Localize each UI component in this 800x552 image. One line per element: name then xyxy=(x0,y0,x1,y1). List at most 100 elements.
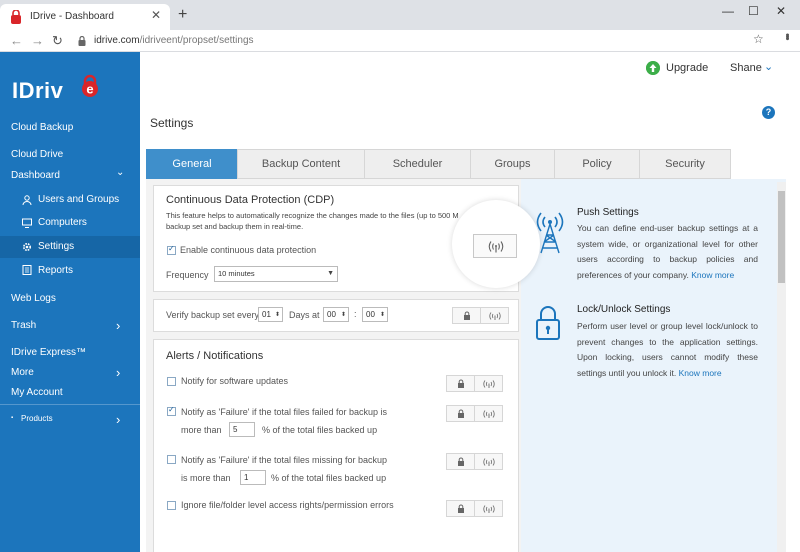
lock-settings-title: Lock/Unlock Settings xyxy=(577,304,671,315)
user-menu[interactable]: Shane xyxy=(730,62,762,74)
sidebar-item-more[interactable]: More xyxy=(11,367,34,378)
tab-policy[interactable]: Policy xyxy=(554,149,640,179)
verify-hour-select[interactable]: 00 ⬍ xyxy=(323,307,349,322)
verify-days-label: Days at xyxy=(289,310,320,320)
verify-push-button[interactable] xyxy=(482,308,508,323)
software-updates-lock-button[interactable] xyxy=(447,376,475,391)
sidebar-item-settings[interactable]: Settings xyxy=(38,241,74,252)
frequency-select[interactable]: 10 minutes ▼ xyxy=(214,266,338,282)
sidebar-item-my-account[interactable]: My Account xyxy=(11,387,63,398)
notify-failed-suffix: % of the total files backed up xyxy=(262,425,378,435)
sidebar: IDriv e Cloud Backup Cloud Drive Dashboa… xyxy=(0,52,140,552)
missing-push-button[interactable] xyxy=(476,454,502,469)
dashboard-chevron-down-icon[interactable]: ⌄ xyxy=(116,167,124,178)
sidebar-item-cloud-backup[interactable]: Cloud Backup xyxy=(11,122,73,133)
notify-failed-checkbox[interactable] xyxy=(167,405,176,416)
window-close-icon[interactable]: ✕ xyxy=(776,4,786,18)
lock-icon xyxy=(457,504,464,513)
products-chevron-right-icon[interactable]: › xyxy=(116,412,120,427)
close-tab-icon[interactable]: ✕ xyxy=(151,8,161,22)
browser-tab[interactable]: IDrive - Dashboard ✕ xyxy=(0,4,170,30)
lock-settings-text: Perform user level or group level lock/u… xyxy=(577,321,758,378)
tab-backup-content[interactable]: Backup Content xyxy=(237,149,365,179)
sidebar-item-trash[interactable]: Trash xyxy=(11,320,36,331)
sidebar-item-web-logs[interactable]: Web Logs xyxy=(11,293,56,304)
ignore-errors-lock-button[interactable] xyxy=(447,501,475,516)
notify-missing-more-than: is more than xyxy=(181,473,231,483)
more-chevron-right-icon[interactable]: › xyxy=(116,365,120,380)
upgrade-arrow-icon[interactable] xyxy=(646,61,660,75)
verify-hour-value: 00 xyxy=(327,310,336,319)
cdp-title: Continuous Data Protection (CDP) xyxy=(166,194,335,206)
url-path: /idriveent/propset/settings xyxy=(139,35,254,46)
push-signal-icon xyxy=(483,457,495,466)
browser-menu-icon[interactable]: ••• xyxy=(781,33,793,39)
push-signal-icon xyxy=(483,409,495,418)
trash-chevron-right-icon[interactable]: › xyxy=(116,318,120,333)
cdp-push-button-zoomed[interactable] xyxy=(473,234,517,258)
sidebar-item-reports[interactable]: Reports xyxy=(38,265,73,276)
cdp-description-line1: This feature helps to automatically reco… xyxy=(166,211,459,220)
failed-push-button[interactable] xyxy=(476,406,502,421)
sidebar-item-users-and-groups[interactable]: Users and Groups xyxy=(38,194,119,205)
notify-software-updates-checkbox[interactable] xyxy=(167,377,176,386)
users-icon xyxy=(22,195,32,205)
verify-time-colon: : xyxy=(354,309,357,319)
url-field[interactable]: idrive.com/idriveent/propset/settings xyxy=(72,32,772,50)
tab-scheduler[interactable]: Scheduler xyxy=(364,149,471,179)
verify-lock-button[interactable] xyxy=(453,308,481,323)
verify-minute-arrow-icon: ⬍ xyxy=(379,312,385,318)
bookmark-star-icon[interactable]: ☆ xyxy=(753,32,764,46)
upgrade-link[interactable]: Upgrade xyxy=(666,62,708,74)
verify-days-value: 01 xyxy=(262,310,271,319)
notify-missing-checkbox[interactable] xyxy=(167,455,176,464)
sidebar-item-idrive-express[interactable]: IDrive Express™ xyxy=(11,347,86,358)
tab-security[interactable]: Security xyxy=(639,149,731,179)
back-icon[interactable]: ← xyxy=(10,33,23,48)
address-bar: ← → ↻ idrive.com/idriveent/propset/setti… xyxy=(0,30,800,52)
ignore-errors-lock-push-buttons xyxy=(446,500,503,517)
push-settings-title: Push Settings xyxy=(577,207,639,218)
gear-icon xyxy=(22,242,32,252)
lock-settings-padlock-icon xyxy=(536,306,560,340)
maximize-icon[interactable]: ☐ xyxy=(748,4,759,18)
logo-e-badge-icon: e xyxy=(82,74,98,97)
failed-lock-button[interactable] xyxy=(447,406,475,421)
minimize-icon[interactable]: — xyxy=(722,4,734,18)
scrollbar-thumb[interactable] xyxy=(778,191,785,283)
tab-groups[interactable]: Groups xyxy=(470,149,555,179)
missing-lock-push-buttons xyxy=(446,453,503,470)
sidebar-item-cloud-drive[interactable]: Cloud Drive xyxy=(11,149,63,160)
failed-percent-input[interactable]: 5 xyxy=(229,422,255,437)
tab-general[interactable]: General xyxy=(146,149,238,179)
push-settings-tower-icon xyxy=(536,212,564,254)
lock-settings-know-more-link[interactable]: Know more xyxy=(679,368,722,378)
sidebar-item-products[interactable]: Products xyxy=(21,414,53,423)
notify-software-updates-label: Notify for software updates xyxy=(181,376,289,386)
sidebar-item-computers[interactable]: Computers xyxy=(38,217,87,228)
forward-icon[interactable]: → xyxy=(31,33,44,48)
missing-lock-button[interactable] xyxy=(447,454,475,469)
software-updates-push-button[interactable] xyxy=(476,376,502,391)
cdp-enable-checkbox[interactable] xyxy=(167,244,176,255)
ignore-errors-push-button[interactable] xyxy=(476,501,502,516)
verify-days-select[interactable]: 01 ⬍ xyxy=(258,307,283,322)
new-tab-icon[interactable]: + xyxy=(178,6,187,24)
missing-percent-input[interactable]: 1 xyxy=(240,470,266,485)
alerts-panel xyxy=(153,339,519,552)
reload-icon[interactable]: ↻ xyxy=(52,33,63,49)
notify-missing-label: Notify as 'Failure' if the total files m… xyxy=(181,455,388,465)
push-settings-know-more-link[interactable]: Know more xyxy=(691,270,734,280)
verify-label: Verify backup set every xyxy=(166,310,260,320)
ignore-permission-errors-checkbox[interactable] xyxy=(167,501,176,510)
push-signal-icon xyxy=(488,241,504,253)
secure-lock-icon xyxy=(78,36,86,46)
verify-minute-select[interactable]: 00 ⬍ xyxy=(362,307,388,322)
cdp-enable-label: Enable continuous data protection xyxy=(180,245,317,255)
reports-icon xyxy=(22,265,32,275)
products-bullet-icon: ▪ xyxy=(11,415,14,421)
sidebar-item-dashboard[interactable]: Dashboard xyxy=(11,170,60,181)
lock-icon xyxy=(457,379,464,388)
help-icon[interactable]: ? xyxy=(762,106,775,119)
user-chevron-down-icon[interactable]: ⌄ xyxy=(764,60,773,73)
